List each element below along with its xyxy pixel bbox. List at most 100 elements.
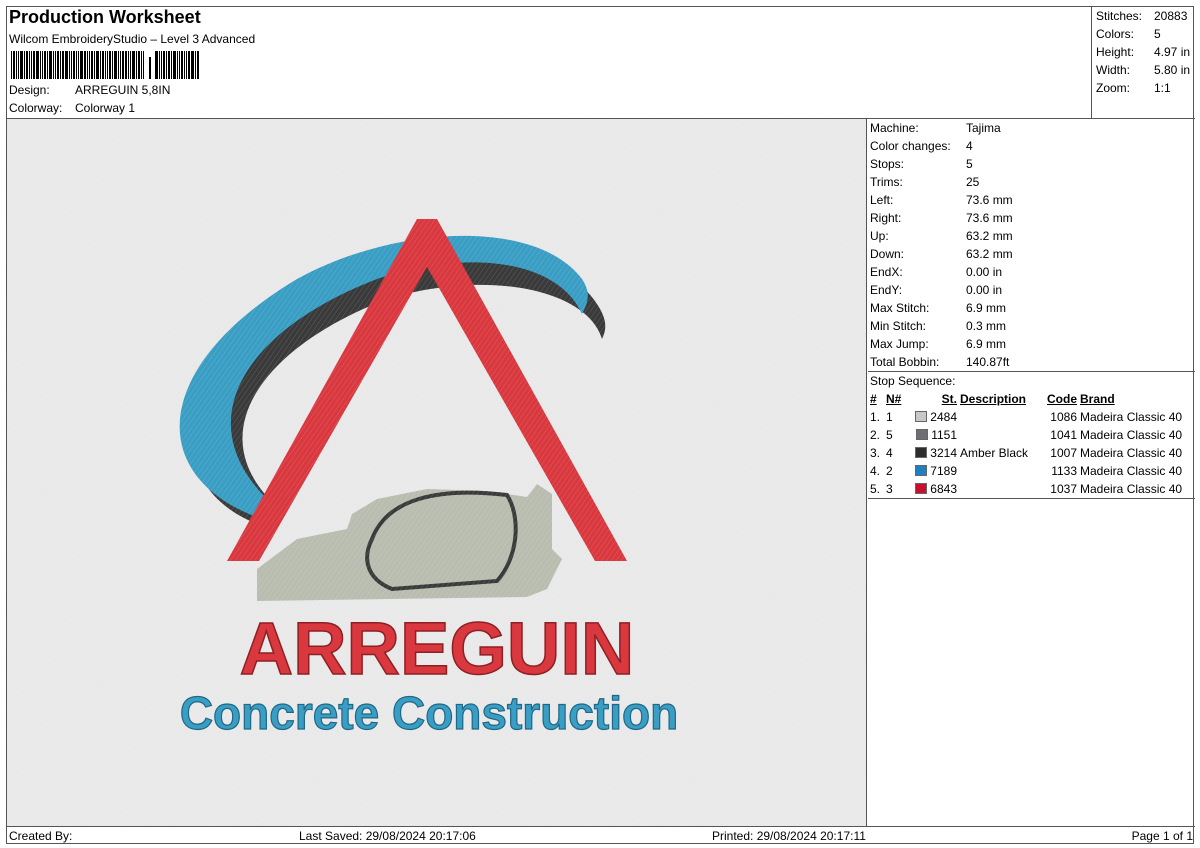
- min-stitch-label: Min Stitch:: [870, 319, 927, 333]
- barcode-bar: [31, 51, 32, 79]
- width-row: Width: 5.80 in: [1096, 61, 1195, 79]
- max-stitch-value: 6.9 mm: [966, 301, 1007, 315]
- zoom-value: 1:1: [1154, 81, 1171, 95]
- right-row: Right: 73.6 mm: [868, 209, 1195, 227]
- barcode-bar: [171, 51, 172, 79]
- barcode-bar: [76, 51, 77, 79]
- col-code: Code: [1047, 392, 1077, 406]
- design-row: Design: ARREGUIN 5,8IN: [9, 83, 170, 97]
- barcode-image: [11, 51, 233, 79]
- stop-brand: Madeira Classic 40: [1080, 446, 1183, 460]
- barcode-bar: [26, 51, 28, 79]
- last-saved: Last Saved: 29/08/2024 20:17:06: [299, 829, 476, 843]
- barcode-bar: [100, 51, 101, 79]
- down-row: Down: 63.2 mm: [868, 245, 1195, 263]
- thread-color-swatch: [914, 465, 927, 476]
- colors-row: Colors: 5: [1096, 25, 1195, 43]
- barcode-bar: [107, 51, 108, 79]
- barcode-bar: [114, 51, 117, 79]
- barcode-bar: [122, 51, 124, 79]
- machine-value: Tajima: [966, 121, 1001, 135]
- barcode-bar: [128, 51, 129, 79]
- endx-row: EndX: 0.00 in: [868, 263, 1195, 281]
- worksheet-frame: Production Worksheet Wilcom EmbroiderySt…: [6, 6, 1195, 845]
- barcode-bar: [53, 51, 54, 79]
- zoom-label: Zoom:: [1096, 81, 1131, 95]
- stop-row: 4. 2 7189 1133 Madeira Classic 40: [868, 462, 1195, 480]
- stop-description: Amber Black: [960, 446, 1029, 460]
- stop-stitches: 1151: [931, 428, 957, 442]
- barcode-bar: [197, 51, 199, 79]
- stop-code: 1086: [1050, 410, 1077, 424]
- barcode-bar: [105, 51, 106, 79]
- total-bobbin-label: Total Bobbin:: [870, 355, 940, 369]
- stop-description: [960, 426, 1042, 444]
- barcode-bar: [62, 51, 64, 79]
- thread-color-swatch: [914, 483, 927, 494]
- barcode-bar: [11, 51, 12, 79]
- stop-row: 5. 3 6843 1037 Madeira Classic 40: [868, 480, 1195, 498]
- stop-stitches-cell: 3214: [906, 444, 960, 462]
- col-num: #: [870, 392, 877, 406]
- trims-label: Trims:: [870, 175, 903, 189]
- barcode-bar: [60, 51, 61, 79]
- barcode-bar: [102, 51, 104, 79]
- page-number: Page 1 of 1: [1131, 829, 1193, 843]
- worksheet-footer: Created By: Last Saved: 29/08/2024 20:17…: [7, 826, 1195, 845]
- stop-brand: Madeira Classic 40: [1080, 428, 1183, 442]
- min-stitch-value: 0.3 mm: [966, 319, 1007, 333]
- stop-sequence-title: Stop Sequence:: [870, 374, 956, 388]
- barcode-bar: [155, 51, 158, 79]
- barcode-bar: [73, 51, 75, 79]
- stop-needle: 4: [886, 446, 893, 460]
- endy-value: 0.00 in: [966, 283, 1003, 297]
- trims-row: Trims: 25: [868, 173, 1195, 191]
- colorway-label: Colorway:: [9, 101, 63, 115]
- barcode-bar: [159, 51, 160, 79]
- barcode-bar: [125, 51, 127, 79]
- thread-color-swatch: [915, 429, 928, 440]
- stop-num: 4.: [870, 464, 881, 478]
- total-bobbin-value: 140.87ft: [966, 355, 1010, 369]
- stop-stitches: 3214: [930, 446, 957, 460]
- stop-stitches-cell: 6843: [906, 480, 960, 498]
- height-row: Height: 4.97 in: [1096, 43, 1195, 61]
- barcode-bar: [24, 51, 25, 79]
- trims-value: 25: [966, 175, 980, 189]
- barcode-bar: [65, 51, 68, 79]
- page-title: Production Worksheet: [9, 7, 201, 27]
- barcode-bar: [87, 51, 88, 79]
- barcode-bar: [36, 51, 39, 79]
- stop-stitches-cell: 1151: [906, 426, 960, 444]
- barcode-bar: [166, 51, 167, 79]
- design-preview: ARREGUIN Concrete Construction: [7, 119, 867, 826]
- col-description: Description: [960, 392, 1027, 406]
- stop-table-header: # N# St. Description Code Brand: [868, 390, 1195, 408]
- thread-color-swatch: [914, 447, 927, 458]
- left-label: Left:: [870, 193, 894, 207]
- barcode-bar: [47, 51, 48, 79]
- height-value: 4.97 in: [1154, 45, 1191, 59]
- color-changes-row: Color changes: 4: [868, 137, 1195, 155]
- summary-panel: Stitches: 20883 Colors: 5 Height: 4.97 in W…: [1091, 7, 1195, 119]
- max-jump-label: Max Jump:: [870, 337, 929, 351]
- barcode-bar: [181, 51, 183, 79]
- barcode-bar: [109, 51, 111, 79]
- width-label: Width:: [1096, 63, 1131, 77]
- stop-row: 1. 1 2484 1086 Madeira Classic 40: [868, 408, 1195, 426]
- color-changes-label: Color changes:: [870, 139, 951, 153]
- stop-description: [960, 408, 1042, 426]
- min-stitch-row: Min Stitch: 0.3 mm: [868, 317, 1195, 335]
- stop-code: 1041: [1050, 428, 1077, 442]
- stops-row: Stops: 5: [868, 155, 1195, 173]
- stop-num: 2.: [870, 428, 881, 442]
- barcode-bar: [191, 51, 194, 79]
- endy-label: EndY:: [870, 283, 903, 297]
- stop-stitches-cell: 7189: [906, 462, 960, 480]
- barcode-bar: [33, 51, 35, 79]
- barcode-bar: [42, 51, 43, 79]
- total-bobbin-row: Total Bobbin: 140.87ft: [868, 353, 1195, 371]
- stop-num: 1.: [870, 410, 881, 424]
- stop-needle: 5: [886, 428, 893, 442]
- barcode-bar: [161, 51, 162, 79]
